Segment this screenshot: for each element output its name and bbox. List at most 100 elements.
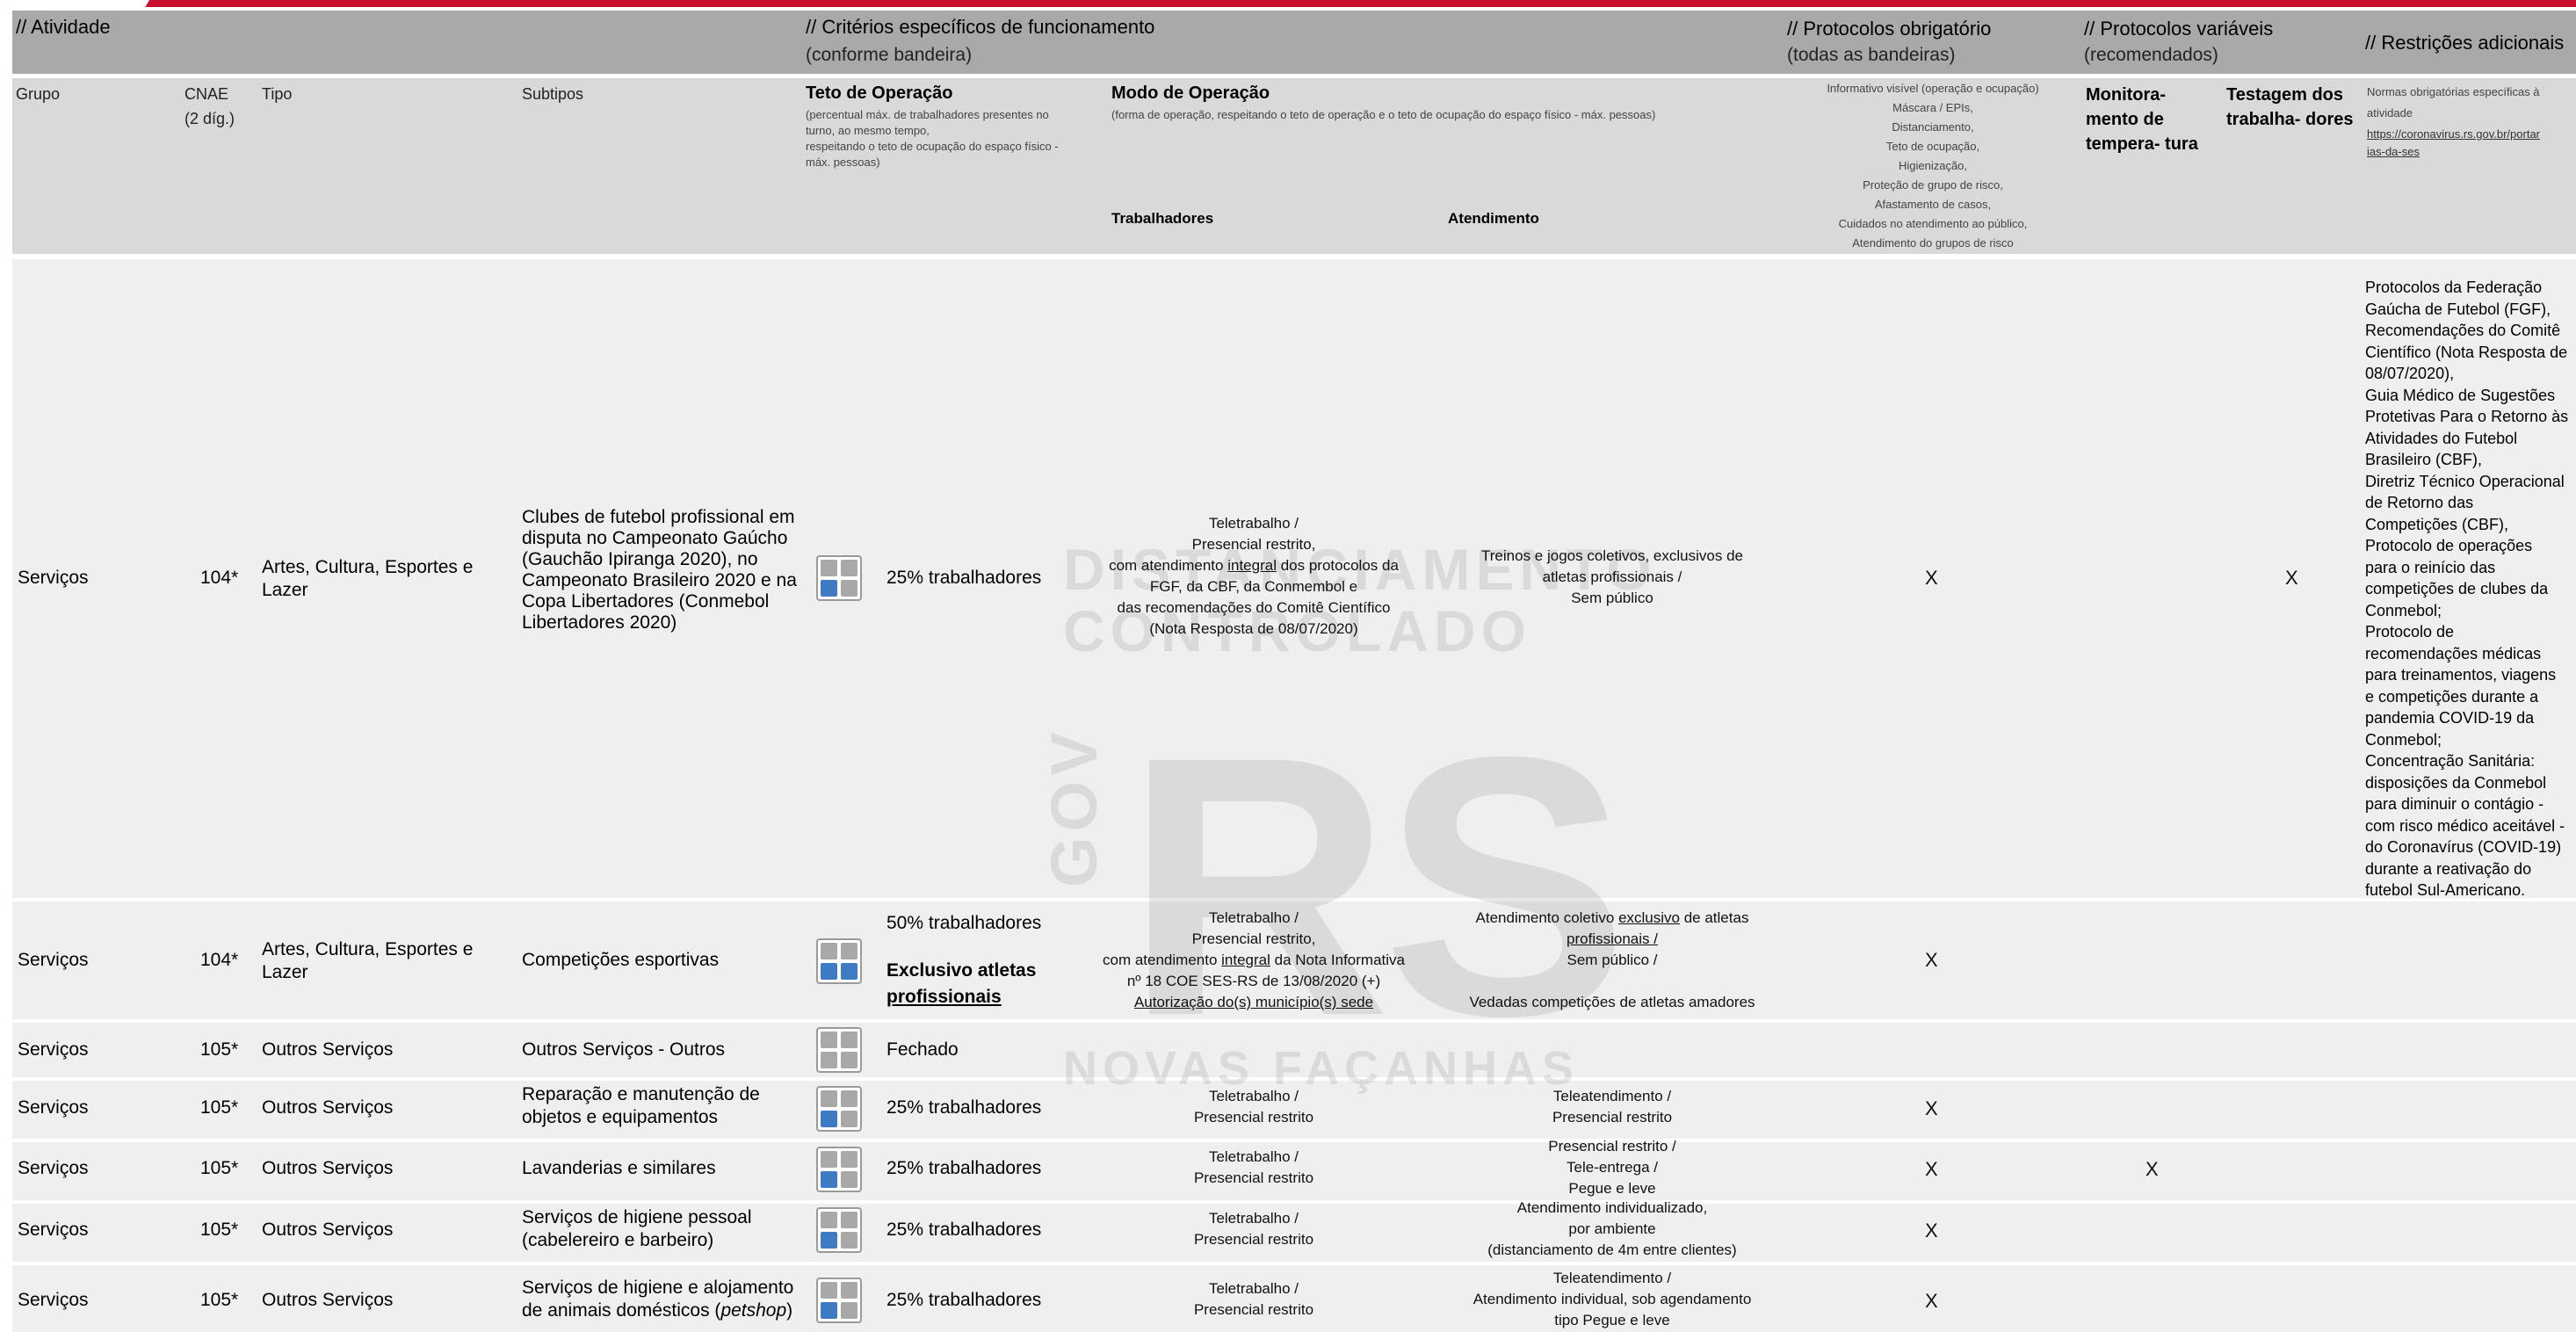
col-subtipos: Subtipos [522, 85, 584, 103]
normas-link-1[interactable]: https://coronavirus.rs.gov.br/portar [2367, 127, 2540, 142]
row7-atend-2: tipo Pegue e leve [1554, 1312, 1670, 1328]
watermark-gov: GOV [1038, 727, 1111, 887]
normas-link-2[interactable]: ias-da-ses [2367, 144, 2420, 160]
row6-subtipo-1: (cabelereiro e barbeiro) [522, 1230, 714, 1250]
restricao-line: Conmebol; [2365, 601, 2442, 619]
row7-obrig-x: X [1925, 1290, 1938, 1312]
restricao-line: Concentração Sanitária: [2365, 752, 2536, 770]
col-cnae: CNAE [185, 85, 229, 103]
row3-cnae: 105* [200, 1039, 239, 1060]
row6-atend-1: por ambiente [1568, 1220, 1656, 1237]
row1-trab-4: das recomendações do Comitê Científico [1117, 599, 1391, 616]
row5-trab-1: Presencial restrito [1193, 1169, 1314, 1186]
row2-atend-1: profissionais / [1567, 930, 1658, 947]
col-testagem-1: Testagem dos [2226, 85, 2343, 105]
row2-atend-0: Atendimento coletivo exclusivo de atleta… [1475, 909, 1749, 926]
row4-teto: 25% trabalhadores [886, 1097, 1042, 1118]
restricao-line: futebol Sul-Americano. [2365, 881, 2526, 899]
row1-subtipo-3: Campeonato Brasileiro 2020 e na [522, 570, 797, 590]
restricao-line: para diminuir o contágio - [2365, 795, 2544, 813]
row2-teto-extra-2: profissionais [886, 987, 1002, 1007]
header-criterios-sub: (conforme bandeira) [806, 45, 973, 65]
row3-subtipo-0: Outros Serviços - Outros [522, 1039, 726, 1060]
row1-testagem-x: X [2285, 567, 2298, 589]
flag-grid-icon [816, 938, 862, 984]
watermark-rs: RS [1125, 681, 1628, 1093]
row5-tipo: Outros Serviços [262, 1158, 394, 1178]
row3-teto: Fechado [886, 1039, 959, 1060]
col-testagem-2: trabalha- dores [2226, 110, 2354, 129]
row2-trab-1: Presencial restrito, [1191, 930, 1316, 947]
row5-atend-1: Tele-entrega / [1567, 1159, 1658, 1176]
col-teto-desc-1: (percentual máx. de trabalhadores presen… [806, 108, 1049, 121]
row1-atend-0: Treinos e jogos coletivos, exclusivos de [1481, 547, 1743, 564]
col-grupo: Grupo [16, 85, 61, 103]
col-tipo: Tipo [262, 85, 293, 103]
row7-trab-1: Presencial restrito [1193, 1301, 1314, 1318]
row2-trab-0: Teletrabalho / [1208, 909, 1299, 926]
restricao-line: com risco médico aceitável - [2365, 816, 2565, 835]
protocolo-item: Teto de ocupação, [1885, 140, 1980, 153]
row2-obrig-x: X [1925, 949, 1938, 971]
restricao-line: Conmebol; [2365, 730, 2442, 749]
restricao-line: Guia Médico de Sugestões [2365, 386, 2556, 404]
row6-atend-0: Atendimento individualizado, [1516, 1199, 1708, 1216]
row6-trab-0: Teletrabalho / [1208, 1210, 1299, 1227]
col-normas-2: atividade [2367, 106, 2413, 119]
row5-cnae: 105* [200, 1158, 239, 1178]
row1-tipo-1: Artes, Cultura, Esportes e [262, 557, 474, 577]
header-protocolos-variaveis: // Protocolos variáveis [2084, 18, 2274, 40]
row1-cnae: 104* [200, 568, 239, 588]
row1-trab-2: com atendimento integral dos protocolos … [1109, 557, 1399, 574]
restricao-line: competições de clubes da [2365, 580, 2549, 597]
row5-monitoramento-x: X [2145, 1158, 2159, 1180]
restricao-line: Diretriz Técnico Operacional [2365, 472, 2565, 490]
row4-obrig-x: X [1925, 1097, 1938, 1119]
flag-grid-icon [816, 1278, 862, 1323]
restricao-line: Protocolo de [2365, 623, 2455, 641]
col-atendimento: Atendimento [1448, 210, 1539, 227]
header-protocolos-variaveis-sub: (recomendados) [2084, 45, 2218, 65]
restricao-line: para treinamentos, viagens [2365, 666, 2557, 684]
row1-subtipo-1: disputa no Campeonato Gaúcho [522, 528, 788, 548]
row7-atend-1: Atendimento individual, sob agendamento [1473, 1291, 1752, 1307]
restricao-line: Brasileiro (CBF), [2365, 451, 2483, 468]
row6-grupo: Serviços [18, 1220, 89, 1240]
row6-obrig-x: X [1925, 1220, 1938, 1242]
restricao-line: recomendações médicas [2365, 644, 2542, 662]
row4-subtipo-0: Reparação e manutenção de [522, 1084, 760, 1104]
col-monitoramento-1: Monitora- [2086, 85, 2167, 105]
row1-atend-2: Sem público [1571, 590, 1653, 606]
row2-trab-4: Autorização do(s) município(s) sede [1133, 994, 1374, 1010]
row1-subtipo-2: (Gauchão Ipiranga 2020), no [522, 549, 758, 569]
row4-trab-0: Teletrabalho / [1208, 1088, 1299, 1104]
row1-restricoes: Protocolos da Federação Gaúcha de Futebol… [2365, 277, 2572, 901]
row2-subtipo-0: Competições esportivas [522, 950, 720, 970]
header-row-sub [12, 78, 2576, 254]
row2-cnae: 104* [200, 950, 239, 970]
flag-grid-icon [816, 1027, 862, 1073]
flag-grid-icon [816, 555, 862, 601]
row4-cnae: 105* [200, 1097, 239, 1118]
restricao-line: disposições da Conmebol [2365, 773, 2547, 792]
col-teto-desc-4: máx. pessoas) [806, 156, 880, 169]
row2-teto-extra-1: Exclusivo atletas [886, 960, 1037, 981]
row5-grupo: Serviços [18, 1158, 89, 1178]
row2-grupo: Serviços [18, 950, 89, 970]
row1-trab-5: (Nota Resposta de 08/07/2020) [1149, 620, 1358, 637]
restricao-line: 08/07/2020), [2365, 365, 2455, 382]
row2-tipo-2: Lazer [262, 962, 308, 982]
row1-subtipo-5: Libertadores 2020) [522, 612, 677, 633]
restricao-line: Protetivas Para o Retorno às [2365, 408, 2569, 425]
protocolo-item: Proteção de grupo de risco, [1863, 178, 2003, 192]
row3-grupo: Serviços [18, 1039, 89, 1060]
col-modo: Modo de Operação [1111, 83, 1270, 103]
top-accent-bar [0, 0, 2576, 7]
protocolo-item: Distanciamento, [1892, 120, 1974, 134]
flag-grid-icon [816, 1207, 862, 1253]
row2-teto: 50% trabalhadores [886, 913, 1042, 933]
row7-tipo: Outros Serviços [262, 1290, 394, 1310]
row2-atend-2: Sem público / [1567, 952, 1658, 968]
row5-subtipo-0: Lavanderias e similares [522, 1158, 716, 1178]
col-trabalhadores: Trabalhadores [1111, 210, 1214, 227]
